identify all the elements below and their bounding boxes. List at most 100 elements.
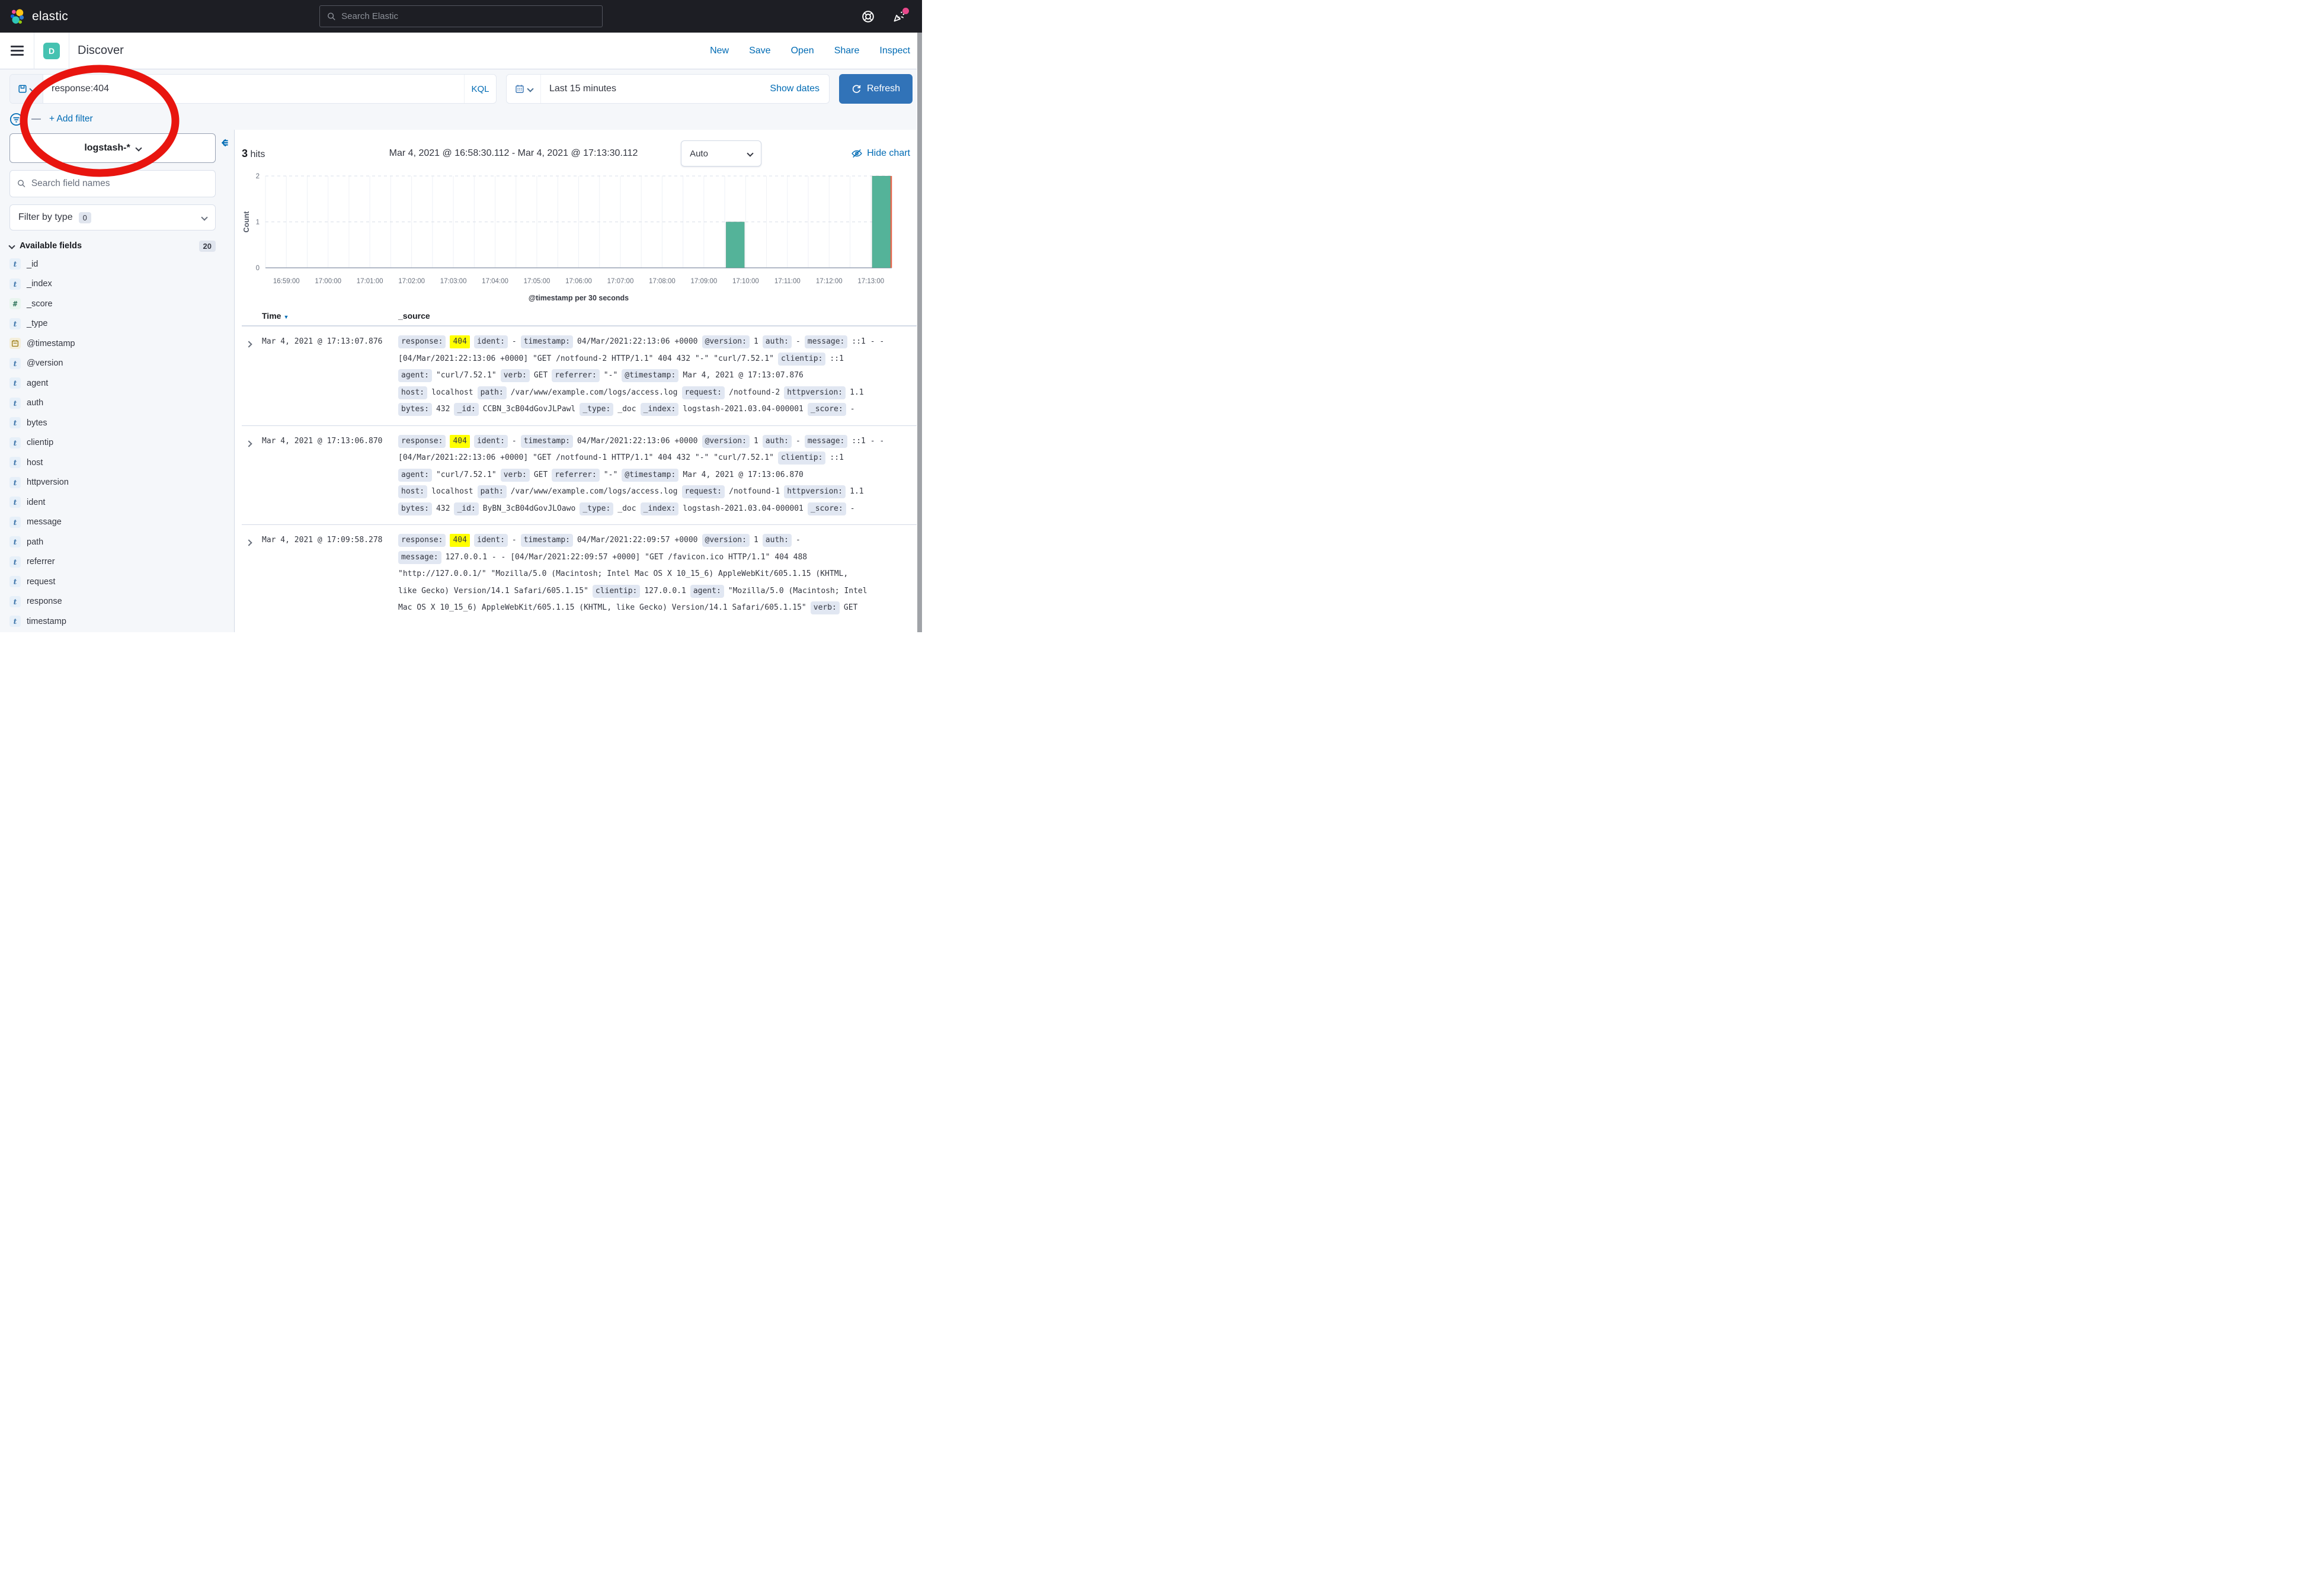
expand-doc-icon[interactable]: [247, 438, 262, 518]
field-name: agent: [27, 379, 48, 388]
field-badge: auth:: [763, 435, 792, 448]
field-item-message[interactable]: tmessage: [9, 513, 216, 533]
field-search-input[interactable]: [31, 178, 208, 189]
global-top-bar: elastic: [0, 0, 922, 33]
add-filter-button[interactable]: + Add filter: [49, 114, 93, 124]
hits-label: hits: [250, 149, 265, 159]
expand-doc-icon[interactable]: [247, 339, 262, 418]
newsfeed-icon[interactable]: [892, 10, 905, 23]
column-time[interactable]: Time▼: [262, 311, 398, 321]
source-text: 1: [754, 536, 758, 545]
field-badge: response:: [398, 534, 446, 547]
text-type-icon: t: [9, 377, 21, 389]
fields-sidebar: logstash-* Filter by type 0 Available fi…: [0, 130, 234, 632]
text-type-icon: t: [9, 278, 21, 290]
source-text: like Gecko) Version/14.1 Safari/605.1.15…: [398, 587, 588, 595]
documents-table: Time▼ _source Mar 4, 2021 @ 17:13:07.876…: [242, 311, 917, 624]
field-badge: _score:: [808, 403, 846, 416]
field-item-bytes[interactable]: tbytes: [9, 413, 216, 433]
field-badge: bytes:: [398, 403, 432, 416]
time-picker-calendar-button[interactable]: [507, 75, 541, 103]
field-name: httpversion: [27, 478, 69, 487]
field-badge: message:: [805, 335, 848, 348]
highlighted-value: 404: [450, 534, 469, 547]
svg-text:@timestamp per 30 seconds: @timestamp per 30 seconds: [529, 294, 629, 302]
field-badge: _id:: [454, 502, 478, 515]
field-item-request[interactable]: trequest: [9, 572, 216, 592]
action-save-button[interactable]: Save: [749, 46, 770, 56]
source-text: /notfound-1: [729, 487, 780, 496]
field-badge: httpversion:: [784, 386, 846, 399]
discover-app-badge[interactable]: D: [43, 43, 60, 59]
refresh-button[interactable]: Refresh: [839, 74, 913, 104]
doc-timestamp: Mar 4, 2021 @ 17:13:06.870: [262, 433, 398, 518]
text-type-icon: t: [9, 258, 21, 270]
source-text: Mar 4, 2021 @ 17:13:06.870: [683, 470, 804, 479]
elastic-logo[interactable]: elastic: [0, 8, 68, 25]
text-type-icon: t: [9, 536, 21, 547]
field-item-referrer[interactable]: treferrer: [9, 552, 216, 572]
field-badge: agent:: [398, 469, 432, 482]
source-text: ByBN_3cB04dGovJLOawo: [483, 504, 576, 513]
saved-query-menu-button[interactable]: [10, 75, 43, 103]
doc-rows: Mar 4, 2021 @ 17:13:07.876response:404id…: [242, 326, 917, 624]
global-search[interactable]: [319, 5, 603, 27]
menu-icon[interactable]: [11, 46, 24, 56]
field-item-httpversion[interactable]: thttpversion: [9, 473, 216, 493]
field-badge: host:: [398, 485, 427, 498]
field-item-path[interactable]: tpath: [9, 532, 216, 552]
field-item-ident[interactable]: tident: [9, 492, 216, 513]
available-fields-header[interactable]: Available fields 20: [9, 239, 216, 253]
field-item-auth[interactable]: tauth: [9, 393, 216, 414]
query-language-button[interactable]: KQL: [464, 75, 496, 103]
time-range-value[interactable]: Last 15 minutes: [541, 84, 616, 94]
filter-bar: + Add filter: [0, 108, 922, 130]
field-badge: verb:: [811, 601, 840, 614]
global-search-input[interactable]: [341, 11, 595, 21]
source-text: 1: [754, 437, 758, 446]
show-dates-link[interactable]: Show dates: [770, 84, 829, 94]
column-source[interactable]: _source: [398, 311, 915, 321]
svg-text:Count: Count: [242, 211, 251, 233]
source-text: 1.1: [850, 487, 863, 496]
action-share-button[interactable]: Share: [834, 46, 860, 56]
field-item-@version[interactable]: t@version: [9, 354, 216, 374]
field-item-host[interactable]: thost: [9, 453, 216, 473]
app-header: D Discover NewSaveOpenShareInspect: [0, 33, 922, 69]
field-badge: message:: [805, 435, 848, 448]
field-item-agent[interactable]: tagent: [9, 373, 216, 393]
index-pattern-select[interactable]: logstash-*: [9, 133, 216, 163]
action-inspect-button[interactable]: Inspect: [879, 46, 910, 56]
source-text: 04/Mar/2021:22:13:06 +0000: [577, 337, 698, 346]
field-item-_score[interactable]: #_score: [9, 294, 216, 314]
field-item-_index[interactable]: t_index: [9, 274, 216, 294]
source-text: ::1: [830, 354, 843, 363]
field-badge: _id:: [454, 403, 478, 416]
field-item-_type[interactable]: t_type: [9, 314, 216, 334]
help-icon[interactable]: [862, 10, 875, 23]
histogram-section: 012Count16:59:0017:00:0017:01:0017:02:00…: [242, 169, 917, 304]
search-icon: [327, 12, 336, 21]
filter-by-type-select[interactable]: Filter by type 0: [9, 204, 216, 230]
query-input[interactable]: [43, 84, 464, 94]
field-search[interactable]: [9, 170, 216, 197]
collapse-sidebar-icon[interactable]: [219, 137, 231, 149]
field-item-@timestamp[interactable]: @timestamp: [9, 334, 216, 354]
action-open-button[interactable]: Open: [791, 46, 814, 56]
table-header: Time▼ _source: [242, 311, 917, 326]
field-item-clientip[interactable]: tclientip: [9, 433, 216, 453]
expand-doc-icon[interactable]: [247, 537, 262, 617]
interval-select[interactable]: Auto: [681, 140, 761, 166]
refresh-icon: [852, 84, 862, 94]
query-bar: KQL Last 15 minutes Show dates Refresh: [0, 69, 922, 108]
field-name: message: [27, 517, 62, 527]
field-item-timestamp[interactable]: ttimestamp: [9, 611, 216, 632]
hide-chart-button[interactable]: Hide chart: [852, 148, 917, 159]
scrollbar[interactable]: [917, 33, 922, 632]
sort-desc-icon: ▼: [283, 314, 289, 320]
field-item-_id[interactable]: t_id: [9, 254, 216, 274]
source-text: -: [512, 437, 517, 446]
filter-icon[interactable]: [9, 113, 23, 126]
field-item-response[interactable]: tresponse: [9, 592, 216, 612]
action-new-button[interactable]: New: [710, 46, 729, 56]
